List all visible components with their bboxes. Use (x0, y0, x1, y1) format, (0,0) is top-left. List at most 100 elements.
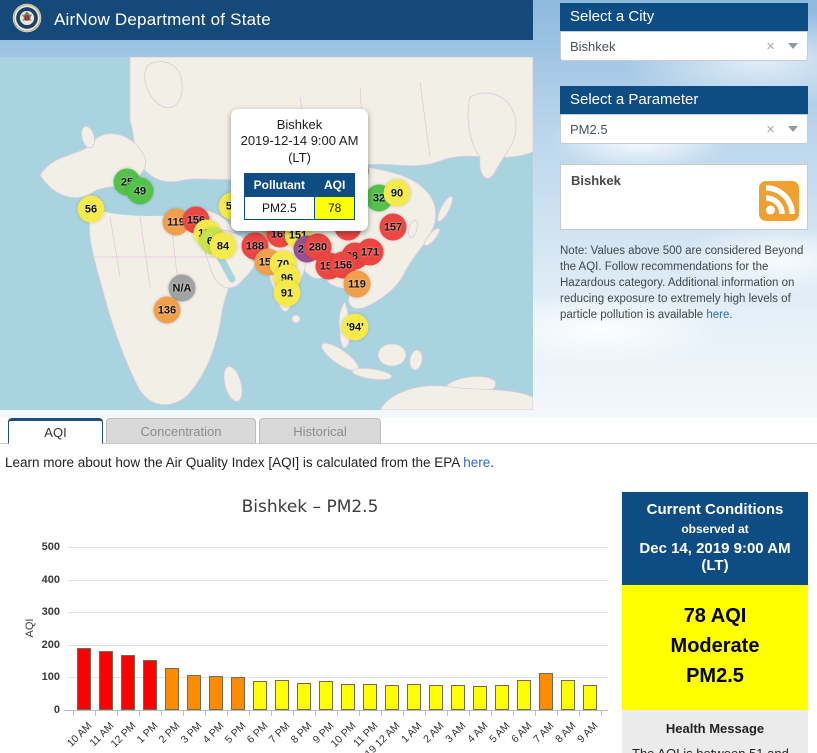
chart-x-tick (491, 711, 492, 716)
aqi-bar[interactable] (495, 685, 509, 710)
chart-x-tick (117, 711, 118, 716)
aqi-marker[interactable]: '94' (341, 313, 369, 341)
chart-y-tick-label: 500 (41, 541, 60, 553)
select-city-header: Select a City (560, 3, 808, 31)
tab-historical[interactable]: Historical (259, 418, 381, 443)
note-here-link[interactable]: here (706, 309, 729, 321)
aqi-bar[interactable] (187, 675, 201, 710)
aqi-bar[interactable] (539, 673, 553, 710)
health-message-block: Health Message The AQI is between 51 and… (622, 710, 808, 753)
aqi-bar[interactable] (429, 685, 443, 710)
rss-icon[interactable] (759, 181, 799, 221)
aqi-bar[interactable] (143, 660, 157, 710)
learn-more-period: . (490, 455, 495, 470)
chart-gridline (68, 612, 608, 614)
aqi-bar[interactable] (275, 680, 289, 710)
aqi-bar[interactable] (451, 685, 465, 710)
chart-x-tick (337, 711, 338, 716)
chart-x-tick-label: 5 PM (222, 720, 249, 746)
aqi-marker[interactable]: 56 (77, 195, 105, 223)
chart-x-tick (425, 711, 426, 716)
aqi-bar[interactable] (165, 668, 179, 710)
chart-x-tick-label: 6 PM (244, 720, 271, 746)
page-title: AirNow Department of State (54, 10, 271, 29)
chart-y-tick-label: 100 (41, 671, 60, 684)
chart-x-tick (535, 711, 536, 716)
chart-x-tick (557, 711, 558, 716)
chart-x-axis (64, 710, 608, 711)
rss-feed-box: Bishkek (560, 164, 808, 230)
beyond-aqi-note: Note: Values above 500 are considered Be… (560, 243, 808, 323)
popup-aqi-value: 78 (313, 195, 356, 220)
aqi-bar[interactable] (561, 680, 575, 710)
aqi-marker[interactable]: 49 (126, 177, 154, 205)
app-header: AirNow Department of State (0, 0, 533, 40)
learn-more-here-link[interactable]: here (463, 455, 490, 470)
chart-y-tick-label: 400 (41, 573, 60, 586)
city-dropdown-arrow-icon[interactable] (788, 43, 798, 49)
tab-concentration[interactable]: Concentration (106, 418, 256, 443)
chart-x-tick (249, 711, 250, 716)
tab-aqi[interactable]: AQI (8, 418, 103, 444)
aqi-marker[interactable]: 84 (209, 232, 237, 260)
parameter-select[interactable]: PM2.5 × (560, 114, 808, 144)
aqi-bar[interactable] (385, 685, 399, 710)
chart-x-tick (579, 711, 580, 716)
aqi-bar[interactable] (473, 686, 487, 710)
chart-x-tick (513, 711, 514, 716)
city-select[interactable]: Bishkek × (560, 31, 808, 61)
current-conditions-panel: Current Conditions observed at Dec 14, 2… (622, 492, 808, 753)
parameter-dropdown-arrow-icon[interactable] (788, 126, 798, 132)
chart-x-tick (293, 711, 294, 716)
chart-x-tick-label: 8 AM (553, 720, 579, 746)
aqi-bar[interactable] (517, 680, 531, 710)
aqi-bar[interactable] (253, 681, 267, 710)
aqi-summary-block: 78 AQI Moderate PM2.5 (622, 585, 808, 710)
popup-pollutant-value: PM2.5 (243, 195, 315, 220)
chart-x-tick (403, 711, 404, 716)
aqi-bar[interactable] (99, 651, 113, 710)
aqi-marker[interactable]: 90 (383, 179, 411, 207)
chart-y-tick-label: 0 (53, 704, 60, 716)
aqi-marker[interactable]: 171 (356, 238, 384, 266)
chart-x-tick (271, 711, 272, 716)
observed-datetime: Dec 14, 2019 9:00 AM (LT) (639, 540, 791, 574)
city-select-value: Bishkek (570, 38, 616, 54)
chart-x-tick (205, 711, 206, 716)
city-clear-icon[interactable]: × (766, 38, 775, 55)
aqi-bar[interactable] (583, 685, 597, 710)
note-period: . (729, 309, 733, 322)
aqi-bar[interactable] (297, 683, 311, 710)
learn-more-text: Learn more about how the Air Quality Ind… (5, 455, 494, 470)
aqi-category: Moderate (670, 635, 760, 657)
chart-x-tick (601, 711, 602, 716)
popup-datetime: 2019-12-14 9:00 AM (LT) (240, 133, 359, 165)
aqi-bar-chart: Bishkek – PM2.5 AQI 0 100 200 300 400 500 10 A… (0, 485, 620, 753)
aqi-marker[interactable]: 136 (153, 296, 181, 324)
learn-more-body: Learn more about how the Air Quality Ind… (5, 455, 464, 470)
chart-x-tick-label: 2 PM (156, 720, 183, 746)
chart-gridline (68, 579, 608, 581)
world-aqi-map[interactable]: 2549565211915611960846678155711941781651… (0, 57, 533, 410)
chart-x-tick (95, 711, 96, 716)
aqi-bar[interactable] (77, 648, 91, 710)
aqi-bar[interactable] (209, 676, 223, 710)
aqi-bar[interactable] (407, 684, 421, 710)
chart-x-tick-label: 8 PM (288, 720, 315, 746)
chart-gridline (68, 547, 608, 548)
aqi-parameter: PM2.5 (686, 665, 744, 687)
parameter-clear-icon[interactable]: × (766, 121, 775, 138)
aqi-bar[interactable] (341, 684, 355, 710)
aqi-marker[interactable]: 91 (273, 279, 301, 307)
chart-x-tick (447, 711, 448, 716)
chart-x-tick (139, 711, 140, 716)
chart-gridline (68, 644, 608, 646)
aqi-marker[interactable]: 157 (379, 213, 407, 241)
aqi-bar[interactable] (319, 681, 333, 710)
chart-x-tick (359, 711, 360, 716)
chart-title: Bishkek – PM2.5 (241, 497, 379, 517)
aqi-bar[interactable] (231, 677, 245, 710)
aqi-marker[interactable]: 119 (343, 270, 371, 298)
aqi-bar[interactable] (363, 684, 377, 710)
aqi-bar[interactable] (121, 655, 135, 710)
